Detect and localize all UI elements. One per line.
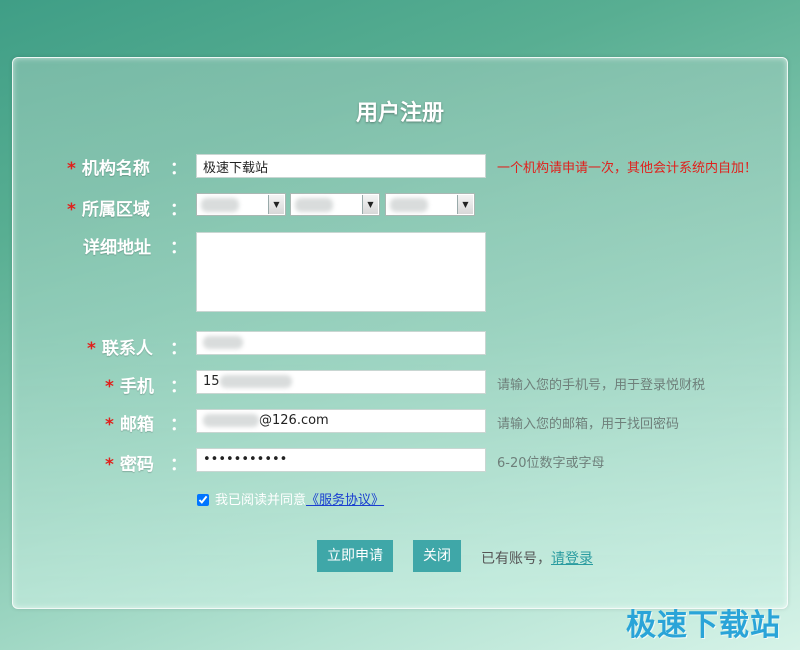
required-mark: * [105,377,114,397]
required-mark: * [87,339,96,359]
org-name-input[interactable] [196,154,486,178]
region-label: * 所属区域 [67,200,150,220]
password-hint: 6-20位数字或字母 [497,456,605,471]
chevron-down-icon[interactable]: ▼ [457,195,473,214]
agreement-checkbox[interactable] [197,494,209,506]
submit-button[interactable]: 立即申请 [317,540,393,572]
page-title: 用户注册 [355,101,444,126]
email-value: @126.com [259,413,329,428]
agreement-row: 我已阅读并同意《服务协议》 [197,489,384,508]
redacted-value [201,198,239,212]
chevron-down-icon[interactable]: ▼ [268,195,284,214]
address-textarea[interactable] [196,232,486,312]
contact-label: * 联系人 [87,339,153,359]
colon: ： [170,339,187,359]
province-select[interactable]: ▼ [196,193,286,216]
email-hint: 请输入您的邮箱，用于找回密码 [497,417,680,432]
required-mark: * [105,455,114,475]
org-name-warning: 一个机构请申请一次，其他会计系统内自加！ [497,161,758,176]
colon: ： [170,159,187,179]
redacted-value [390,198,428,212]
colon: ： [170,200,187,220]
email-label: * 邮箱 [105,415,154,435]
phone-value: 15 [203,374,220,389]
colon: ： [170,415,187,435]
agreement-text: 我已阅读并同意 [215,493,307,508]
redacted-value [295,198,333,212]
phone-label: * 手机 [105,377,154,397]
email-input[interactable]: @126.com [196,409,486,433]
password-label: * 密码 [105,455,154,475]
login-link[interactable]: 请登录 [551,551,593,567]
redacted-value [219,375,292,388]
password-input[interactable]: ••••••••••• [196,448,486,472]
redacted-value [203,414,259,427]
district-select[interactable]: ▼ [385,193,475,216]
close-button[interactable]: 关闭 [413,540,461,572]
required-mark: * [67,200,76,220]
watermark-logo: 极速下载站 [626,608,781,643]
phone-hint: 请输入您的手机号，用于登录悦财税 [497,378,706,393]
colon: ： [170,377,187,397]
required-mark: * [67,159,76,179]
redacted-value [203,336,243,349]
chevron-down-icon[interactable]: ▼ [362,195,378,214]
address-label: 详细地址 [83,238,151,258]
login-prompt: 已有账号，请登录 [481,551,593,567]
colon: ： [170,455,187,475]
contact-input[interactable] [196,331,486,355]
city-select[interactable]: ▼ [290,193,380,216]
service-agreement-link[interactable]: 《服务协议》 [306,493,384,508]
required-mark: * [105,415,114,435]
colon: ： [170,238,187,258]
phone-input[interactable]: 15 [196,370,486,394]
org-name-label: * 机构名称 [67,159,150,179]
